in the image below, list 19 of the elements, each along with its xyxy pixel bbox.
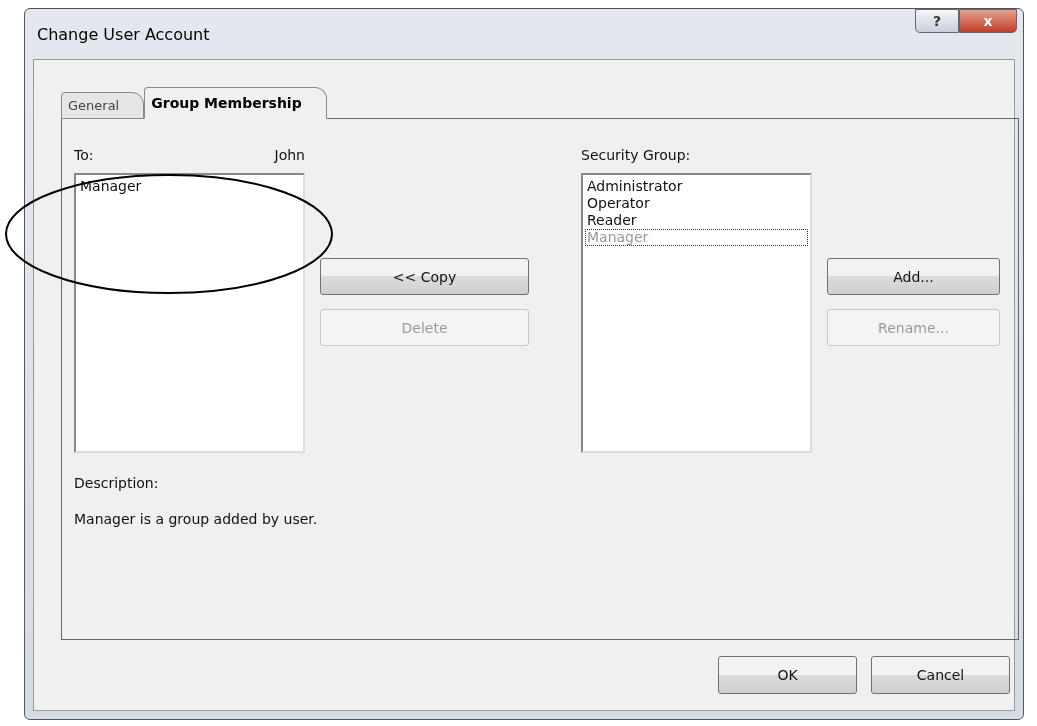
window-title: Change User Account xyxy=(37,24,211,44)
help-button[interactable]: ? xyxy=(915,9,959,33)
list-item[interactable]: Manager xyxy=(78,178,301,195)
group-button[interactable]: Add... xyxy=(827,258,1000,295)
description-text: Manager is a group added by user. xyxy=(74,511,319,527)
member-button[interactable]: << Copy xyxy=(320,258,529,295)
list-item[interactable]: Reader xyxy=(585,212,808,229)
list-item[interactable]: Operator xyxy=(585,195,808,212)
description-label: Description: xyxy=(74,475,160,491)
dialog-button[interactable]: Cancel xyxy=(871,656,1010,694)
tab[interactable]: General xyxy=(61,92,145,119)
member-list[interactable]: Manager xyxy=(74,173,305,453)
dialog-button[interactable]: OK xyxy=(718,656,857,694)
tab[interactable]: Group Membership xyxy=(144,87,327,119)
list-label: Security Group: xyxy=(581,147,691,163)
close-button[interactable]: x xyxy=(959,9,1017,33)
list-item[interactable]: Administrator xyxy=(585,178,808,195)
list-label: To: xyxy=(74,147,94,163)
user-name: John xyxy=(274,147,305,163)
